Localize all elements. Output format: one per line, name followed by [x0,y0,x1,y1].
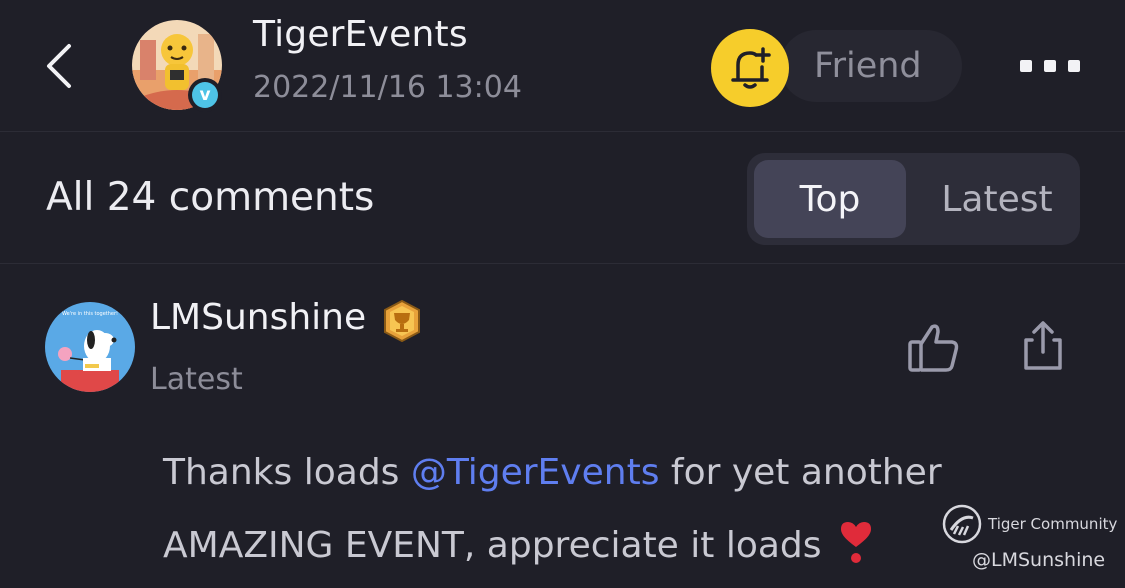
chevron-left-icon [47,44,71,88]
comment-sort-tag: Latest [150,362,243,397]
author-name[interactable]: TigerEvents [253,14,468,55]
back-button[interactable] [36,36,80,96]
heart-exclamation-emoji [840,522,871,563]
bell-plus-icon [731,47,771,89]
trophy-badge-icon [384,300,420,342]
thumbs-up-icon [908,324,959,372]
follow-bell-button[interactable] [711,29,789,107]
more-options-button[interactable] [1012,50,1088,82]
more-dot [1020,60,1032,72]
sort-segmented-control: Top Latest [747,153,1080,245]
share-button[interactable] [1018,318,1068,374]
commenter-avatar[interactable]: We're in this together! [45,302,135,392]
comment-text-start: Thanks loads [163,452,411,493]
watermark-handle: @LMSunshine [972,549,1106,571]
friend-button[interactable]: Friend [780,30,962,102]
like-button[interactable] [906,322,962,374]
post-header: v TigerEvents 2022/11/16 13:04 Friend [0,0,1125,132]
commenter-name[interactable]: LMSunshine [150,297,366,338]
friend-button-label: Friend [814,46,922,86]
tab-latest[interactable]: Latest [917,160,1077,238]
post-timestamp: 2022/11/16 13:04 [253,70,522,105]
verified-badge: v [188,78,222,112]
comments-toolbar: All 24 comments Top Latest [0,133,1125,264]
share-icon [1024,321,1062,370]
mention-link[interactable]: @TigerEvents [411,452,660,493]
comments-count: All 24 comments [46,175,375,220]
more-dot [1068,60,1080,72]
watermark-brand: Tiger Community [988,515,1118,533]
verified-badge-label: v [192,82,218,108]
more-dot [1044,60,1056,72]
tab-top[interactable]: Top [754,160,906,238]
svg-text:We're in this together!: We're in this together! [62,311,118,317]
tiger-community-logo [942,504,982,544]
author-avatar[interactable]: v [132,20,222,112]
